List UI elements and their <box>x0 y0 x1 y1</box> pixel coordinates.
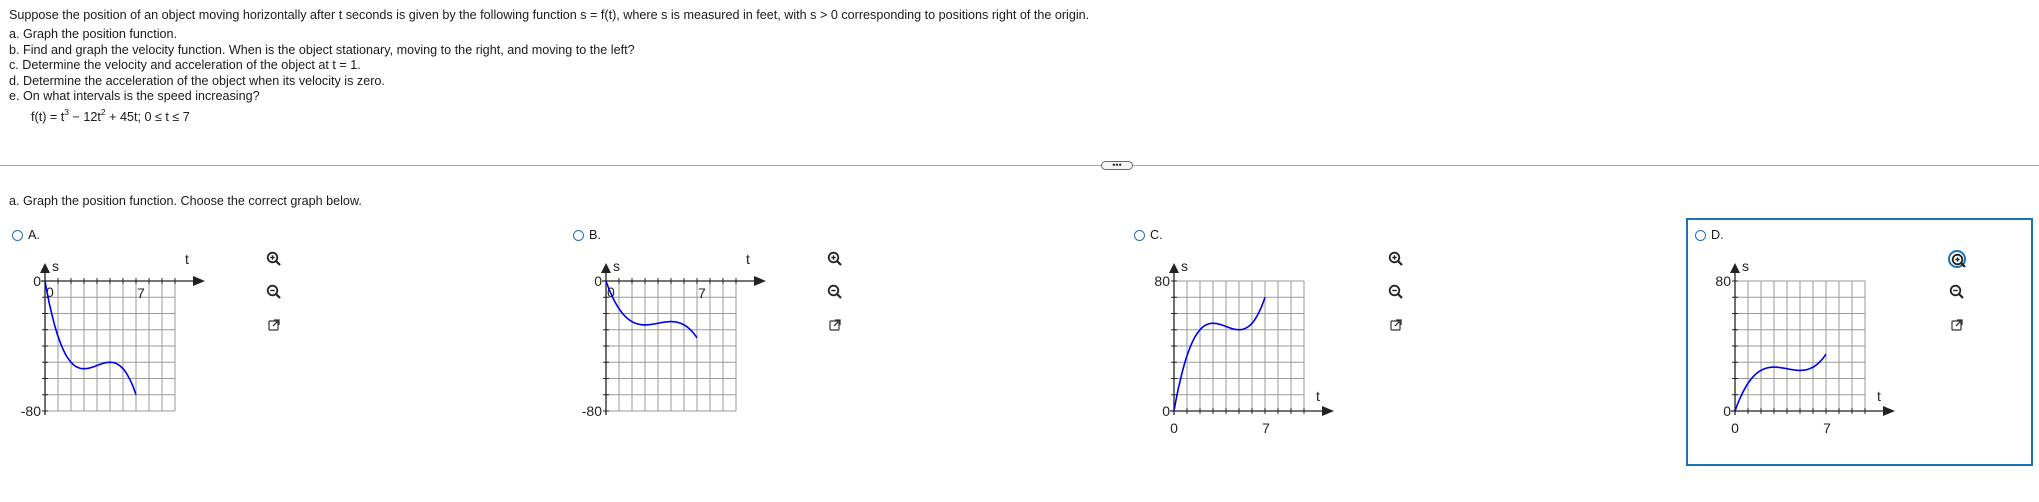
part-c: c. Determine the velocity and accelerati… <box>9 58 361 73</box>
zoom-out-icon[interactable] <box>265 283 283 301</box>
s-axis-arrow-icon <box>601 263 611 273</box>
t-end-label: 7 <box>137 285 145 301</box>
t-axis-arrow-icon <box>193 276 205 286</box>
t-axis-arrow-icon <box>754 276 766 286</box>
part-b: b. Find and graph the velocity function.… <box>9 42 635 57</box>
t-axis-label: t <box>1316 388 1320 404</box>
position-curve <box>1173 297 1266 412</box>
part-a: a. Graph the position function. <box>9 27 178 42</box>
function-rest: + 45t; 0 ≤ t ≤ 7 <box>105 110 190 125</box>
s-axis-label: s <box>613 258 620 274</box>
position-graph: s t0-800 7 <box>21 251 205 419</box>
t-axis-arrow-icon <box>1322 406 1334 416</box>
position-graph: s t0-800 7 <box>582 251 766 419</box>
s-tick-label-top: 80 <box>1154 273 1170 289</box>
section-divider <box>0 165 2039 166</box>
function-definition: f(t) = t3 − 12t2 + 45t; 0 ≤ t ≤ 7 <box>31 108 1089 125</box>
s-axis-arrow-icon <box>1730 263 1740 273</box>
question-text: a. Graph the position function. Choose t… <box>9 194 362 208</box>
part-d: d. Determine the acceleration of the obj… <box>9 73 385 88</box>
option-a[interactable]: A. s t 0 -80 0 7 <box>9 222 309 472</box>
problem-intro: Suppose the position of an object moving… <box>9 8 1090 22</box>
t-axis-arrow-icon <box>1883 406 1895 416</box>
s-tick-label-top: 0 <box>33 273 41 289</box>
open-in-new-window-icon[interactable] <box>1387 316 1405 334</box>
zoom-in-icon[interactable] <box>826 250 844 268</box>
open-in-new-window-icon[interactable] <box>1948 316 1966 334</box>
s-axis-arrow-icon <box>1169 263 1179 273</box>
origin-label: 0 <box>1170 420 1178 436</box>
option-b[interactable]: B. s t 0 -80 0 7 <box>570 222 870 472</box>
open-in-new-window-icon[interactable] <box>826 316 844 334</box>
t-end-label: 7 <box>698 285 706 301</box>
zoom-out-icon[interactable] <box>1948 283 1966 301</box>
s-tick-label-top: 80 <box>1715 273 1731 289</box>
zoom-out-icon[interactable] <box>826 283 844 301</box>
open-in-new-window-icon[interactable] <box>265 316 283 334</box>
expand-button[interactable]: ••• <box>1101 161 1133 170</box>
s-tick-label-bottom: 0 <box>1723 403 1731 419</box>
position-graph: s t 80 00 7 <box>1154 258 1334 436</box>
position-curve <box>44 280 137 396</box>
function-middle: − 12t <box>68 110 101 125</box>
s-tick-label-bottom: -80 <box>21 403 41 419</box>
s-tick-label-bottom: -80 <box>582 403 602 419</box>
s-axis-label: s <box>52 258 59 274</box>
t-axis-label: t <box>1877 388 1881 404</box>
zoom-in-icon[interactable] <box>1387 250 1405 268</box>
origin-label: 0 <box>1731 420 1739 436</box>
t-axis-label: t <box>746 251 750 267</box>
t-axis-label: t <box>185 251 189 267</box>
function-lhs: f(t) = t <box>31 110 65 125</box>
part-e: e. On what intervals is the speed increa… <box>9 89 260 104</box>
s-axis-label: s <box>1742 258 1749 274</box>
zoom-in-icon[interactable] <box>1948 250 1966 268</box>
option-d[interactable]: D. s t 80 0 0 7 <box>1686 218 2033 472</box>
s-tick-label-bottom: 0 <box>1162 403 1170 419</box>
s-tick-label-top: 0 <box>594 273 602 289</box>
zoom-in-icon[interactable] <box>265 250 283 268</box>
zoom-out-icon[interactable] <box>1387 283 1405 301</box>
s-axis-arrow-icon <box>40 263 50 273</box>
option-c[interactable]: C. s t 80 0 0 7 <box>1131 222 1431 472</box>
position-graph: s t 80 00 7 <box>1715 258 1895 436</box>
problem-statement: Suppose the position of an object moving… <box>9 8 1089 124</box>
s-axis-label: s <box>1181 258 1188 274</box>
t-end-label: 7 <box>1262 420 1270 436</box>
t-end-label: 7 <box>1823 420 1831 436</box>
